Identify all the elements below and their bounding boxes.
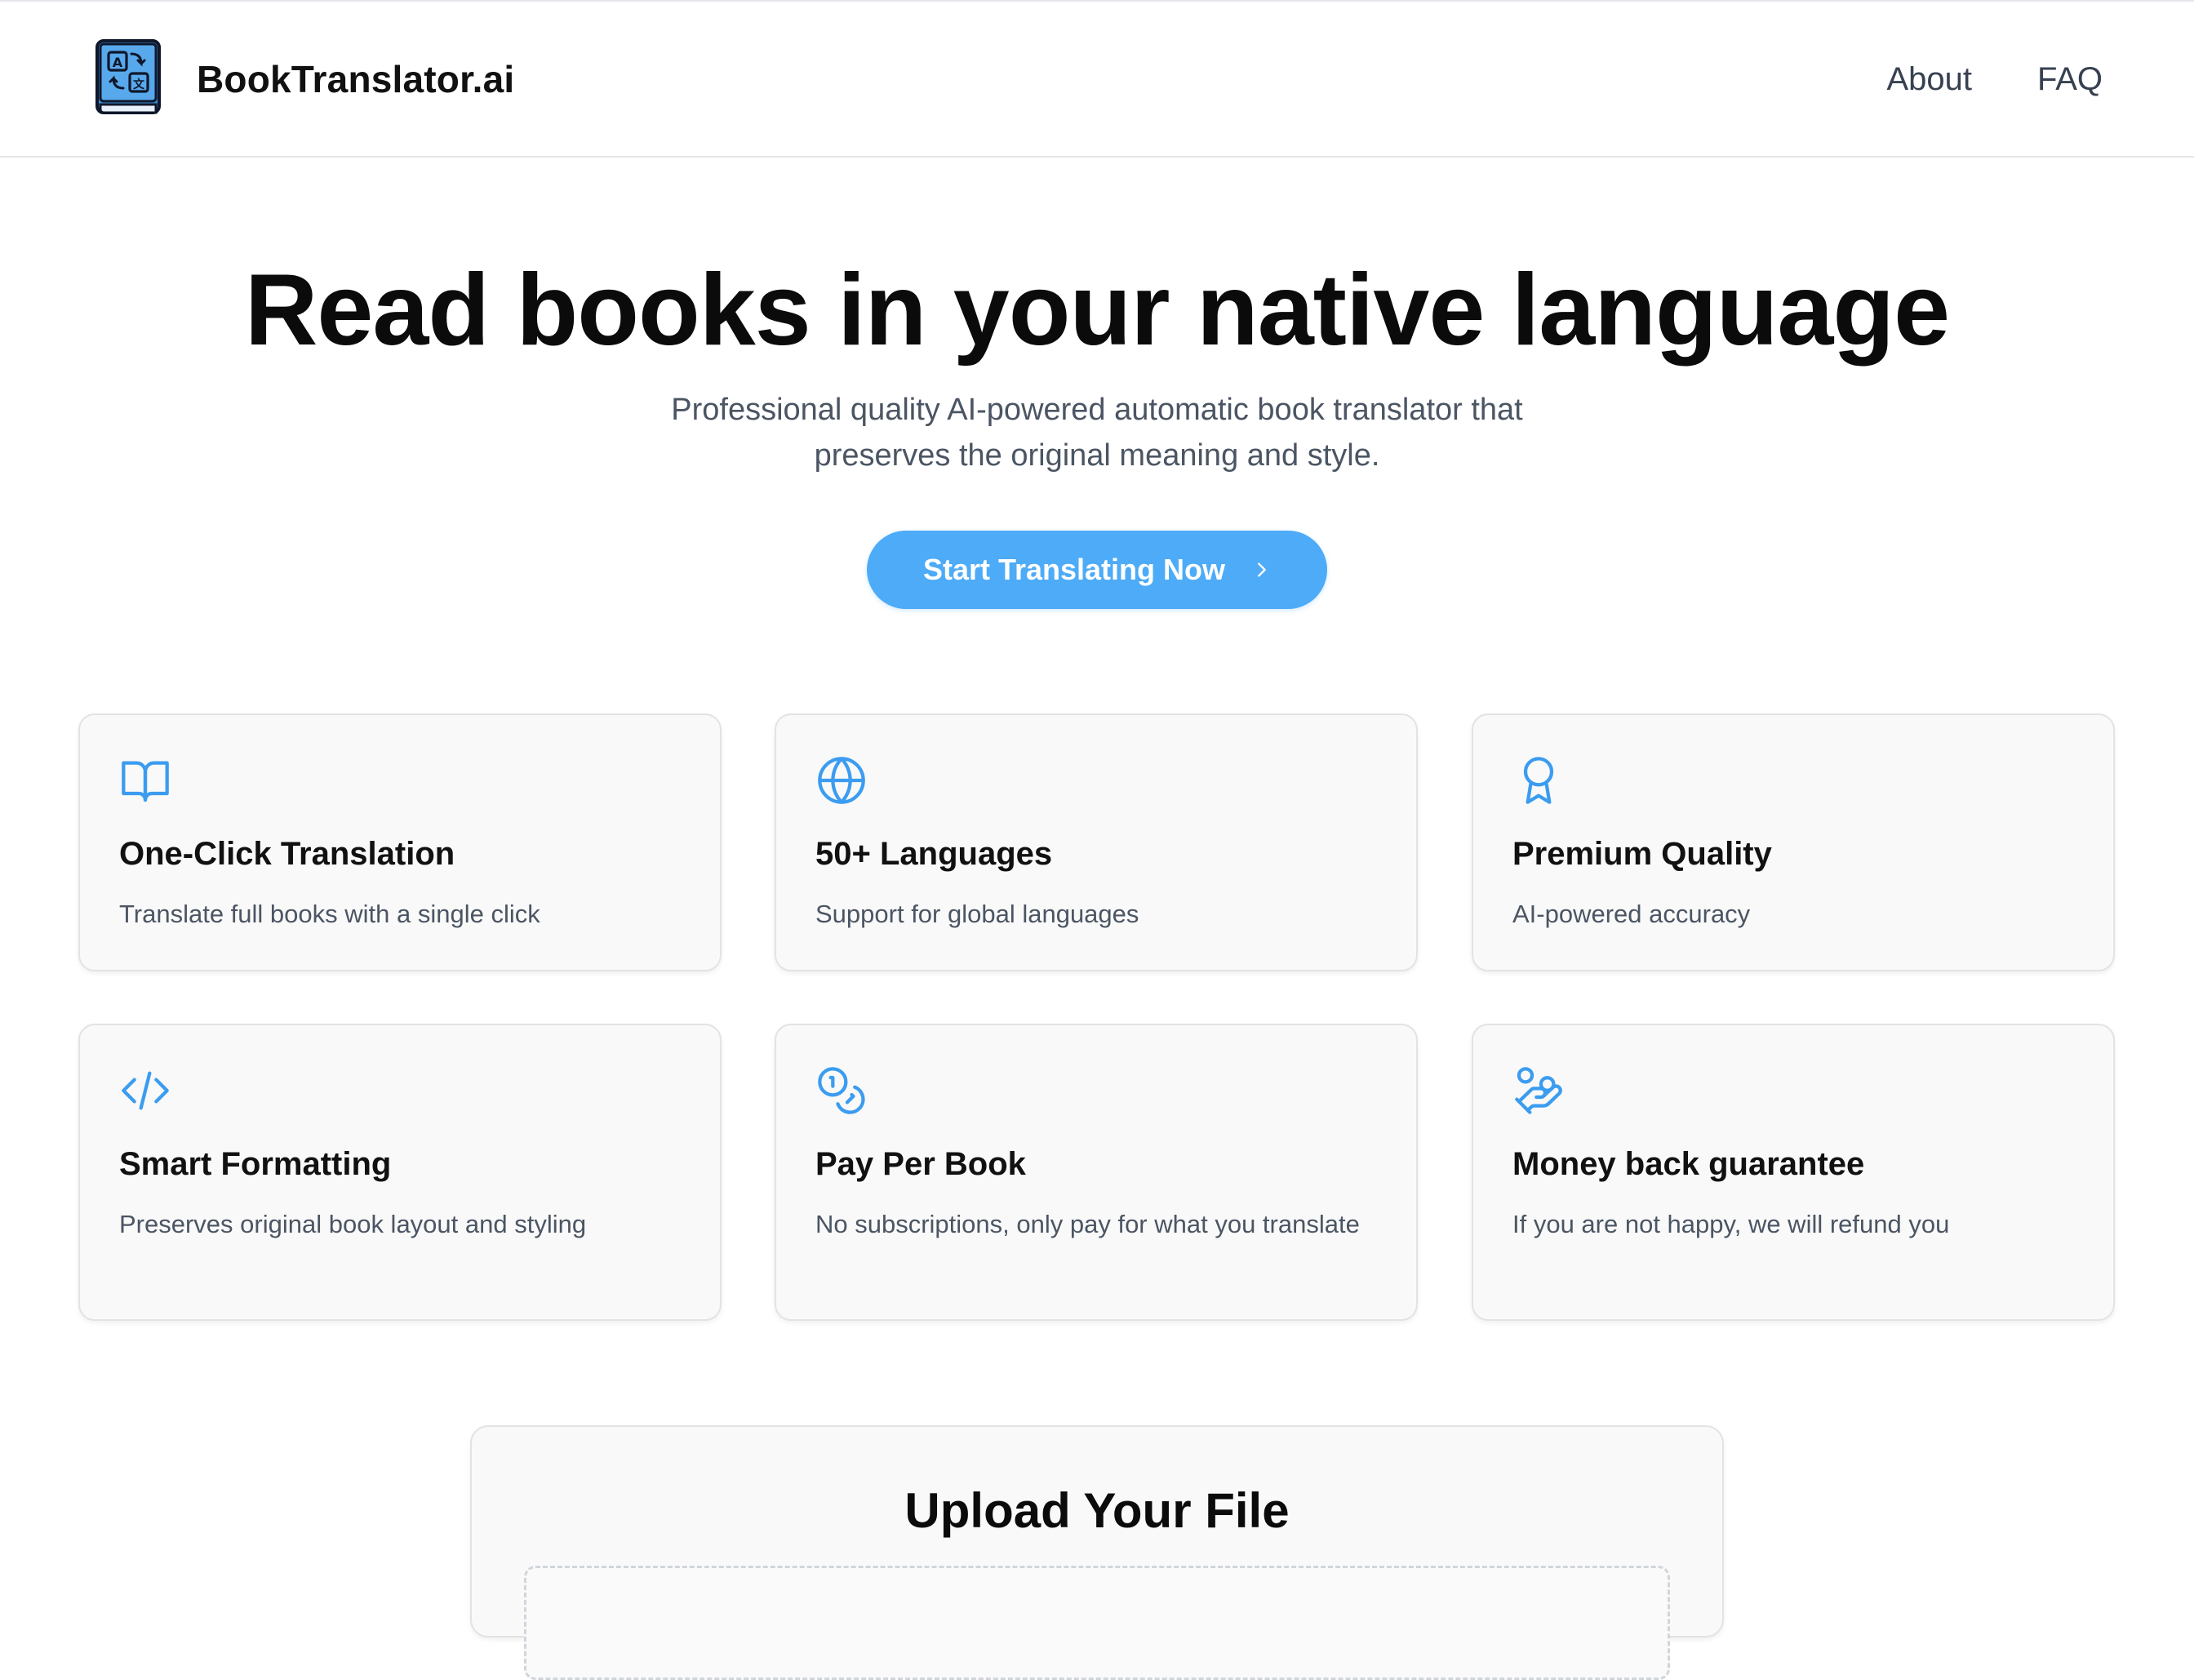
feature-description: If you are not happy, we will refund you <box>1512 1210 1950 1238</box>
book-translate-logo-icon: A 文 <box>95 39 161 114</box>
hand-coins-icon <box>1515 1067 1562 1114</box>
feature-card-one-click: One-Click Translation Translate full boo… <box>78 713 722 971</box>
hero-title: Read books in your native language <box>244 254 1950 367</box>
svg-text:文: 文 <box>133 78 145 91</box>
feature-card-pay-per-book: Pay Per Book No subscriptions, only pay … <box>775 1024 1418 1321</box>
feature-description: No subscriptions, only pay for what you … <box>815 1210 1360 1238</box>
feature-title: Premium Quality <box>1512 836 1772 872</box>
nav-link-faq[interactable]: FAQ <box>2037 52 2103 106</box>
feature-card-quality: Premium Quality AI-powered accuracy <box>1472 713 2115 971</box>
feature-card-formatting: Smart Formatting Preserves original book… <box>78 1024 722 1321</box>
feature-card-languages: 50+ Languages Support for global languag… <box>775 713 1418 971</box>
feature-card-guarantee: Money back guarantee If you are not happ… <box>1472 1024 2115 1321</box>
feature-title: Money back guarantee <box>1512 1146 1865 1182</box>
top-nav: About FAQ <box>1886 52 2103 106</box>
cta-label: Start Translating Now <box>922 553 1226 586</box>
feature-description: Support for global languages <box>815 900 1139 928</box>
chevron-right-icon <box>1258 562 1266 577</box>
svg-text:A: A <box>113 55 123 70</box>
feature-title: Pay Per Book <box>815 1146 1026 1182</box>
award-icon <box>1523 757 1554 804</box>
site-header: A 文 BookTranslator.ai About FAQ <box>0 0 2194 158</box>
start-translating-button[interactable]: Start Translating Now <box>867 531 1327 609</box>
coins-icon <box>818 1067 865 1114</box>
nav-link-about[interactable]: About <box>1886 52 1972 106</box>
feature-title: Smart Formatting <box>119 1146 392 1182</box>
file-dropzone[interactable] <box>524 1566 1670 1680</box>
globe-icon <box>818 757 865 804</box>
feature-description: Preserves original book layout and styli… <box>119 1210 587 1238</box>
book-open-icon <box>122 761 169 802</box>
upload-panel: Upload Your File <box>470 1425 1724 1680</box>
feature-title: 50+ Languages <box>815 836 1053 872</box>
feature-title: One-Click Translation <box>119 836 455 872</box>
code-icon <box>122 1071 169 1110</box>
hero-subtitle: Professional quality AI-powered automati… <box>671 393 1523 473</box>
brand-link[interactable]: A 文 BookTranslator.ai <box>94 39 514 119</box>
upload-title: Upload Your File <box>904 1483 1290 1538</box>
feature-description: Translate full books with a single click <box>119 900 540 928</box>
feature-description: AI-powered accuracy <box>1512 900 1751 928</box>
brand-name: BookTranslator.ai <box>197 58 515 100</box>
